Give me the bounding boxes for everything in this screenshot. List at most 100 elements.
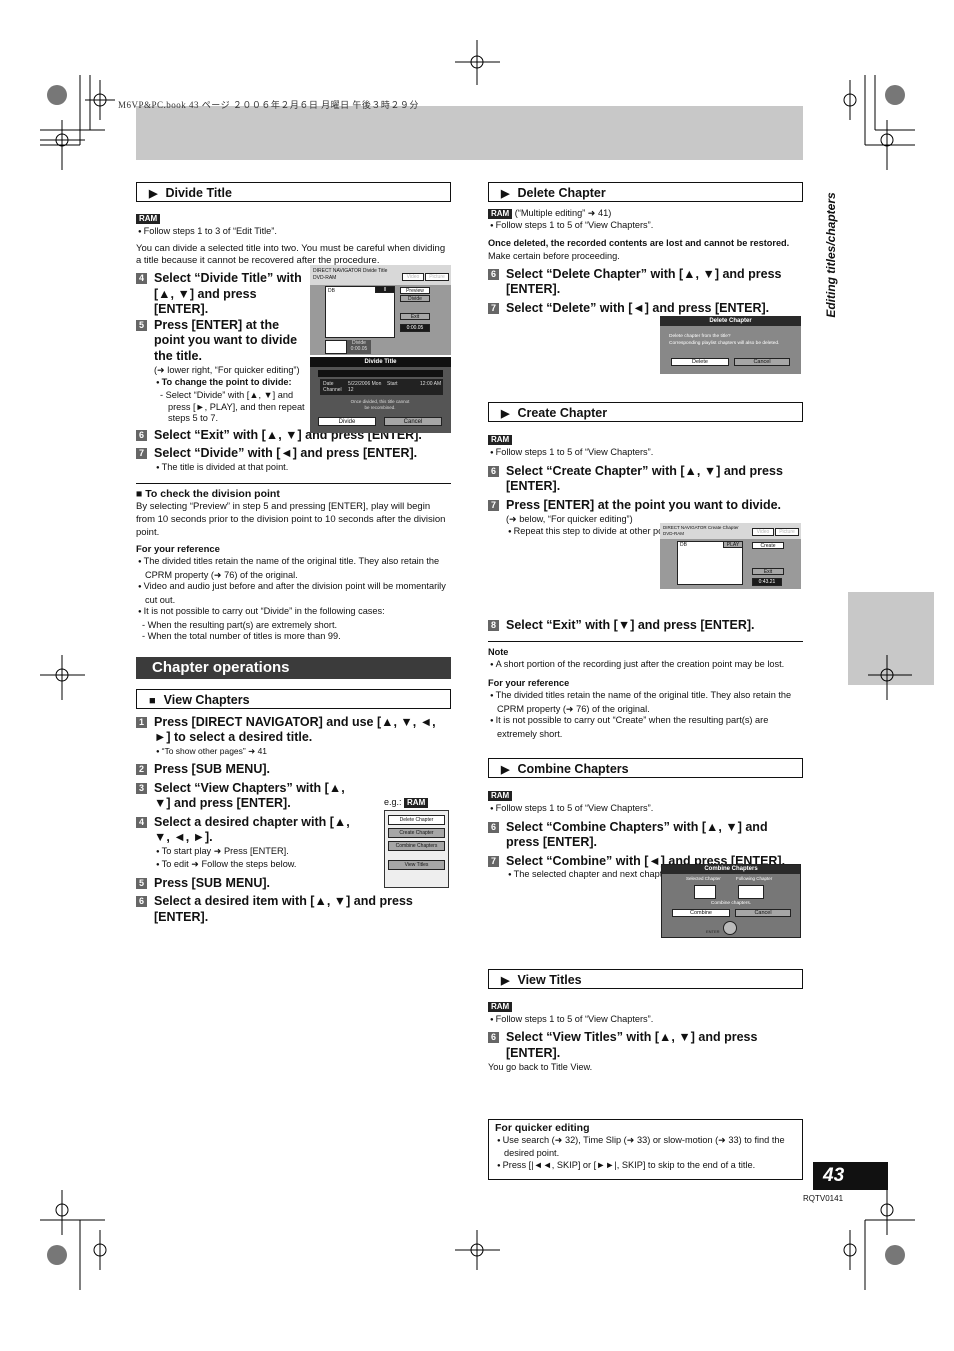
step-5: 5 Press [ENTER] at the point you want to … [136, 318, 306, 365]
step4-note: To edit ➜ Follow the steps below. [154, 859, 361, 873]
exit-button[interactable]: Exit [400, 313, 430, 320]
quicker-editing-box: For quicker editing Use search (➜ 32), T… [488, 1119, 803, 1180]
create-chapter-screen: DIRECT NAVIGATOR Create Chapter DVD-RAM … [660, 523, 801, 589]
play-triangle-icon: ▶ [501, 188, 510, 200]
tab-video: Video [402, 273, 424, 281]
section-heading: View Titles [517, 972, 582, 987]
quicker-editing-item: Press [|◄◄, SKIP] or [►►|, SKIP] to skip… [495, 1160, 796, 1174]
delete-warning: Once deleted, the recorded contents are … [488, 238, 790, 262]
tab-video: Video [752, 528, 774, 536]
combine-chapters-dialog: Combine Chapters Selected Chapter Follow… [661, 864, 801, 938]
cancel-button[interactable]: Cancel [734, 358, 790, 366]
dialog-line: Corresponding playlist chapters will als… [669, 341, 780, 346]
step-6: 6 Select “Delete Chapter” with [▲, ▼] and… [488, 267, 803, 298]
preview-button[interactable]: Preview [400, 287, 430, 294]
section-divide-title: ▶ Divide Title [136, 182, 451, 202]
menu-item-delete-chapter[interactable]: Delete Chapter [388, 815, 445, 825]
divide-title-dialog: Divide Title Date 5/22/2006 Mon Channel … [310, 357, 451, 433]
exit-button[interactable]: Exit [752, 568, 784, 575]
step-6: 6 Select “Create Chapter” with [▲, ▼] and… [488, 464, 803, 495]
follow-steps-note: Follow steps 1 to 3 of “Edit Title”. [136, 226, 451, 240]
step5-ref: (➜ lower right, “For quicker editing”) [154, 365, 300, 376]
dialog-title: Delete Chapter [660, 316, 801, 326]
check-division-heading: ■ To check the division point [136, 488, 280, 501]
step1-note: “To show other pages” ➜ 41 [154, 746, 451, 760]
menu-item-view-titles[interactable]: View Titles [388, 860, 445, 870]
remote-dpad-icon [723, 921, 737, 935]
ram-badge: RAM [136, 214, 161, 224]
ram-badge: RAM [404, 798, 429, 808]
play-triangle-icon: ▶ [501, 974, 510, 987]
reference-item: The divided titles retain the name of th… [136, 556, 451, 581]
divide-confirm-button[interactable]: Divide [318, 417, 376, 426]
thumbnail-label: Divide 0:00.05 [347, 340, 371, 354]
screen-title: DIRECT NAVIGATOR Create Chapter [663, 525, 739, 530]
reference-dash: - When the resulting part(s) are extreme… [142, 619, 338, 630]
screen-media: DVD-RAM [313, 275, 337, 281]
step4-note: To start play ➜ Press [ENTER]. [154, 846, 361, 860]
follow-steps-note: Follow steps 1 to 5 of “View Chapters”. [488, 1014, 803, 1028]
quicker-editing-heading: For quicker editing [495, 1122, 590, 1134]
step7-note: The title is divided at that point. [154, 462, 451, 476]
ram-multi-line: RAM (“Multiple editing” ➜ 41) [488, 207, 803, 220]
delete-chapter-dialog: Delete Chapter Delete chapter from the t… [660, 316, 801, 374]
step-4: 4 Select “Divide Title” with [▲, ▼] and p… [136, 271, 306, 318]
reference-item: It is not possible to carry out “Create”… [488, 715, 803, 740]
video-preview [325, 286, 395, 338]
reference-heading: For your reference [136, 543, 220, 555]
menu-item-create-chapter[interactable]: Create Chapter [388, 828, 445, 838]
note-item: A short portion of the recording just af… [488, 659, 803, 673]
sub-menu-example: Delete Chapter Create Chapter Combine Ch… [384, 810, 449, 888]
screen-media: DVD-RAM [663, 531, 684, 536]
example-label: e.g.: RAM [384, 797, 429, 808]
play-triangle-icon: ▶ [149, 188, 158, 200]
delete-button[interactable]: Delete [671, 358, 729, 366]
step-7: 7 Select “Delete” with [◄] and press [ENT… [488, 301, 803, 317]
reference-item: The divided titles retain the name of th… [488, 690, 803, 715]
divide-title-screen: DIRECT NAVIGATOR Divide Title DVD-RAM Vi… [310, 265, 451, 355]
create-button[interactable]: Create [752, 542, 784, 549]
time-readout: 0:00.05 [400, 324, 430, 332]
cancel-button[interactable]: Cancel [384, 417, 442, 426]
change-point-text: - Select “Divide” with [▲, ▼] and press … [160, 390, 305, 424]
pause-indicator: II [375, 286, 395, 293]
enter-label: ENTER [706, 929, 720, 934]
tab-picture: Picture [775, 528, 799, 536]
step-6: 6 Select “View Titles” with [▲, ▼] and pr… [488, 1030, 803, 1061]
step-2: 2 Press [SUB MENU]. [136, 762, 451, 778]
menu-item-combine-chapters[interactable]: Combine Chapters [388, 841, 445, 851]
square-bullet-icon: ■ [149, 694, 156, 707]
reference-heading: For your reference [488, 678, 570, 689]
play-indicator: PLAY [723, 541, 743, 548]
step-6: 6 Select a desired item with [▲, ▼] and p… [136, 894, 451, 925]
cancel-button[interactable]: Cancel [735, 909, 791, 917]
section-combine-chapters: ▶ Combine Chapters [488, 758, 803, 779]
section-heading: Create Chapter [517, 406, 608, 421]
following-chapter-thumbnail [738, 885, 764, 899]
ram-badge: RAM [488, 791, 513, 802]
step-7: 7 Select “Divide” with [◄] and press [ENT… [136, 446, 451, 462]
follow-steps-note: Follow steps 1 to 5 of “View Chapters”. [488, 220, 803, 234]
section-view-titles: ▶ View Titles [488, 968, 803, 989]
section-heading: View Chapters [163, 692, 250, 707]
step-7: 7 Press [ENTER] at the point you want to … [488, 498, 803, 514]
section-create-chapter: ▶ Create Chapter [488, 402, 803, 423]
divide-button[interactable]: Divide [400, 295, 430, 302]
dialog-line: Delete chapter from the title? [669, 334, 731, 339]
section-heading: Delete Chapter [517, 186, 606, 200]
combine-button[interactable]: Combine [672, 909, 730, 917]
reference-item: Video and audio just before and after th… [136, 581, 451, 606]
dialog-title: Combine Chapters [662, 865, 800, 874]
reference-dash: - When the total number of titles is mor… [142, 631, 341, 642]
change-point-label: To change the point to divide: [154, 377, 306, 391]
section-heading: Divide Title [165, 186, 232, 200]
time-readout: 0:43.21 [752, 578, 782, 586]
section-view-chapters: ■ View Chapters [136, 688, 451, 709]
section-delete-chapter: ▶ Delete Chapter [488, 182, 803, 202]
view-titles-result: You go back to Title View. [488, 1062, 593, 1073]
selected-chapter-thumbnail [694, 885, 716, 899]
ram-badge: RAM [488, 1001, 513, 1012]
dialog-title: Divide Title [310, 357, 451, 367]
quicker-editing-item: Use search (➜ 32), Time Slip (➜ 33) or s… [495, 1135, 796, 1160]
note-heading: Note [488, 647, 509, 658]
